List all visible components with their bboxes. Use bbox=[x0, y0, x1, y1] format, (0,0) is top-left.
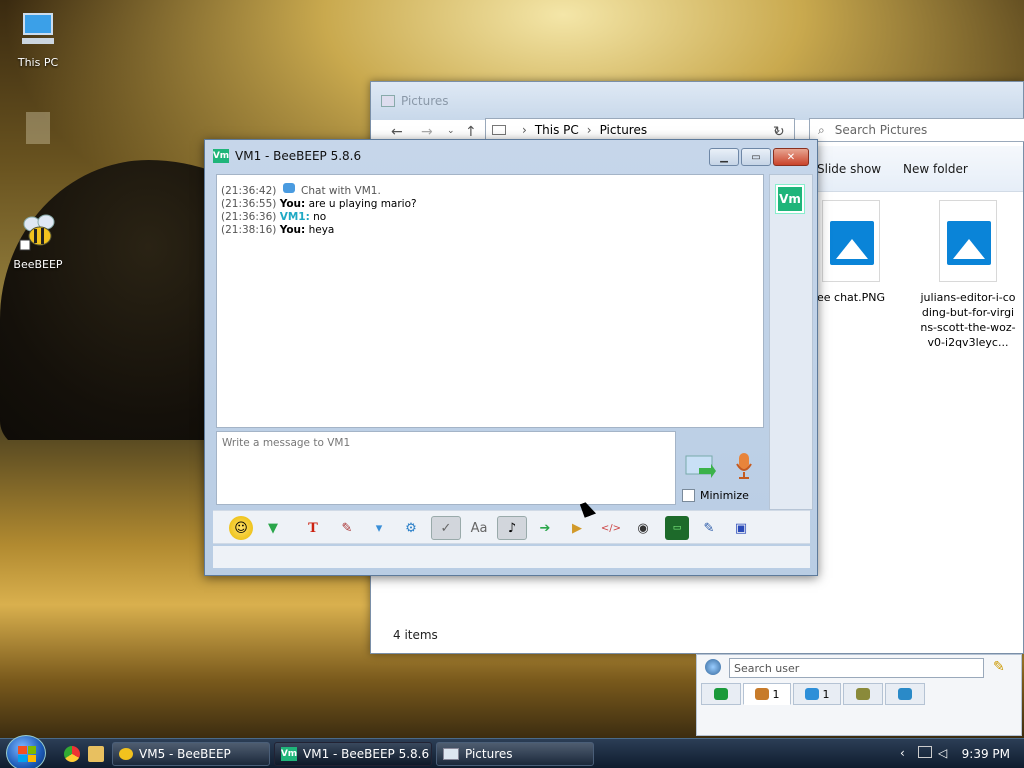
image-file-icon bbox=[939, 200, 997, 282]
explorer-title: Pictures bbox=[401, 94, 449, 108]
minimize-checkbox-row[interactable]: Minimize bbox=[682, 489, 749, 502]
network-icon bbox=[705, 659, 721, 675]
tray-expand-chevron-icon[interactable]: ‹ bbox=[900, 746, 905, 760]
font-icon[interactable]: T bbox=[301, 516, 325, 540]
minimize-icon: ▁ bbox=[720, 151, 728, 163]
network-icon[interactable] bbox=[918, 746, 932, 758]
start-button[interactable] bbox=[6, 735, 46, 768]
desktop-icon-beebeep[interactable]: BeeBEEP bbox=[8, 212, 68, 271]
groups-icon bbox=[856, 688, 870, 700]
pc-icon bbox=[492, 125, 506, 135]
forward-arrow-icon[interactable]: → bbox=[421, 124, 433, 140]
status-item-count: 4 items bbox=[393, 628, 438, 642]
member-avatar[interactable]: Vm bbox=[776, 185, 804, 213]
back-arrow-icon[interactable]: ← bbox=[391, 124, 403, 140]
system-tray: ‹ ◁ 9:39 PM bbox=[894, 739, 1024, 768]
minimize-button[interactable]: ▁ bbox=[709, 148, 739, 166]
taskbar-item-pictures[interactable]: Pictures bbox=[436, 742, 594, 766]
taskbar: VM5 - BeeBEEP Vm VM1 - BeeBEEP 5.8.6 Pic… bbox=[0, 735, 1024, 768]
close-icon: ✕ bbox=[786, 151, 796, 163]
file-explorer-icon[interactable] bbox=[88, 746, 104, 762]
explorer-icon bbox=[381, 95, 395, 107]
breadcrumb-pictures[interactable]: Pictures bbox=[600, 123, 648, 137]
taskbar-item-vm5[interactable]: VM5 - BeeBEEP bbox=[112, 742, 270, 766]
settings-icon[interactable]: ⚙ bbox=[399, 516, 423, 540]
up-arrow-icon[interactable]: ↑ bbox=[465, 124, 477, 140]
send-folder-icon[interactable]: ▶ bbox=[565, 516, 589, 540]
vm-icon: Vm bbox=[212, 149, 230, 163]
network-icon bbox=[898, 688, 912, 700]
taskbar-item-vm1[interactable]: Vm VM1 - BeeBEEP 5.8.6 bbox=[274, 742, 432, 766]
chat-line: (21:38:16) You: heya bbox=[221, 224, 335, 236]
chevron-right-icon: › bbox=[522, 123, 527, 137]
chat-line: (21:36:36) VM1: no bbox=[221, 211, 327, 223]
vm-icon: Vm bbox=[280, 747, 298, 761]
close-button[interactable]: ✕ bbox=[773, 148, 809, 166]
tab-home[interactable] bbox=[701, 683, 741, 705]
chat-bubble-icon bbox=[282, 183, 295, 193]
file-name: julians-editor-i-coding-but-for-virgins-… bbox=[920, 291, 1016, 349]
explorer-icon bbox=[443, 748, 459, 760]
recent-chevron-icon[interactable]: ⌄ bbox=[447, 126, 455, 136]
filter-icon[interactable]: ▾ bbox=[367, 516, 391, 540]
tab-network[interactable] bbox=[885, 683, 925, 705]
notes-icon[interactable]: ✎ bbox=[697, 516, 721, 540]
export-icon[interactable]: ➔ bbox=[533, 516, 557, 540]
search-input[interactable]: ⌕ Search Pictures bbox=[809, 118, 1024, 142]
chat-members-column: Vm bbox=[769, 174, 813, 510]
save-icon[interactable]: ▼ bbox=[261, 516, 285, 540]
desktop-icon-folder[interactable] bbox=[8, 108, 68, 154]
image-file-icon bbox=[822, 200, 880, 282]
window-title: VM1 - BeeBEEP 5.8.6 bbox=[235, 149, 362, 163]
refresh-icon[interactable]: ↻ bbox=[773, 124, 785, 140]
explorer-titlebar[interactable]: Pictures bbox=[371, 82, 1023, 120]
windows-logo-icon bbox=[18, 746, 36, 762]
breadcrumb-this-pc[interactable]: This PC bbox=[535, 123, 579, 137]
folder-icon bbox=[26, 112, 50, 144]
chat-log[interactable]: (21:36:42) Chat with VM1. (21:36:55) You… bbox=[216, 174, 764, 428]
computer-icon bbox=[22, 13, 54, 44]
shell-icon[interactable]: ▭ bbox=[665, 516, 689, 540]
sound-icon[interactable]: ♪ bbox=[497, 516, 527, 540]
screenshot-icon[interactable]: ◉ bbox=[631, 516, 655, 540]
bee-icon bbox=[119, 748, 133, 760]
chat-line: (21:36:55) You: are u playing mario? bbox=[221, 198, 417, 210]
chrome-icon[interactable] bbox=[64, 746, 80, 762]
new-folder-button[interactable]: New folder bbox=[903, 162, 968, 176]
clear-broom-icon[interactable]: ✎ bbox=[993, 659, 1005, 675]
dictionary-icon[interactable]: Aa bbox=[467, 516, 491, 540]
message-input[interactable]: Write a message to VM1 bbox=[216, 431, 676, 505]
tab-chats[interactable]: 1 bbox=[793, 683, 841, 705]
desktop-icon-this-pc[interactable]: This PC bbox=[8, 10, 68, 69]
microphone-icon[interactable] bbox=[735, 452, 753, 480]
clock[interactable]: 9:39 PM bbox=[962, 747, 1010, 761]
tab-groups[interactable] bbox=[843, 683, 883, 705]
home-icon bbox=[714, 688, 728, 700]
send-icon[interactable] bbox=[685, 454, 717, 480]
slide-show-button[interactable]: Slide show bbox=[817, 162, 881, 176]
chevron-right-icon: › bbox=[586, 123, 592, 137]
search-icon: ⌕ bbox=[818, 122, 825, 137]
maximize-icon: ▭ bbox=[751, 151, 761, 163]
save-as-icon[interactable]: ▣ bbox=[729, 516, 753, 540]
emoticon-icon[interactable]: ☺ bbox=[229, 516, 253, 540]
chat-line: (21:36:42) Chat with VM1. bbox=[221, 183, 381, 197]
color-icon[interactable]: ✎ bbox=[335, 516, 359, 540]
file-item[interactable]: julians-editor-i-coding-but-for-virgins-… bbox=[919, 200, 1017, 350]
tab-users[interactable]: 1 bbox=[743, 683, 791, 705]
bee-icon bbox=[19, 214, 55, 251]
chat-toolbar: ☺ ▼ T ✎ ▾ ⚙ ✓ Aa ♪ ➔ ▶ </> ◉ ▭ ✎ ▣ bbox=[213, 510, 810, 544]
minimize-checkbox[interactable] bbox=[682, 489, 695, 502]
code-icon[interactable]: </> bbox=[599, 516, 623, 540]
chats-icon bbox=[804, 688, 819, 700]
beebeep-chat-window[interactable]: Vm VM1 - BeeBEEP 5.8.6 ▁ ▭ ✕ (21:36:42) … bbox=[204, 139, 818, 576]
search-user-input[interactable]: Search user bbox=[729, 658, 984, 678]
maximize-button[interactable]: ▭ bbox=[741, 148, 771, 166]
user-list-pane: Search user ✎ 1 1 bbox=[696, 654, 1022, 736]
spellcheck-icon[interactable]: ✓ bbox=[431, 516, 461, 540]
speaker-muted-icon[interactable]: ◁ bbox=[938, 746, 947, 760]
status-bar bbox=[213, 546, 810, 568]
users-icon bbox=[754, 688, 769, 700]
